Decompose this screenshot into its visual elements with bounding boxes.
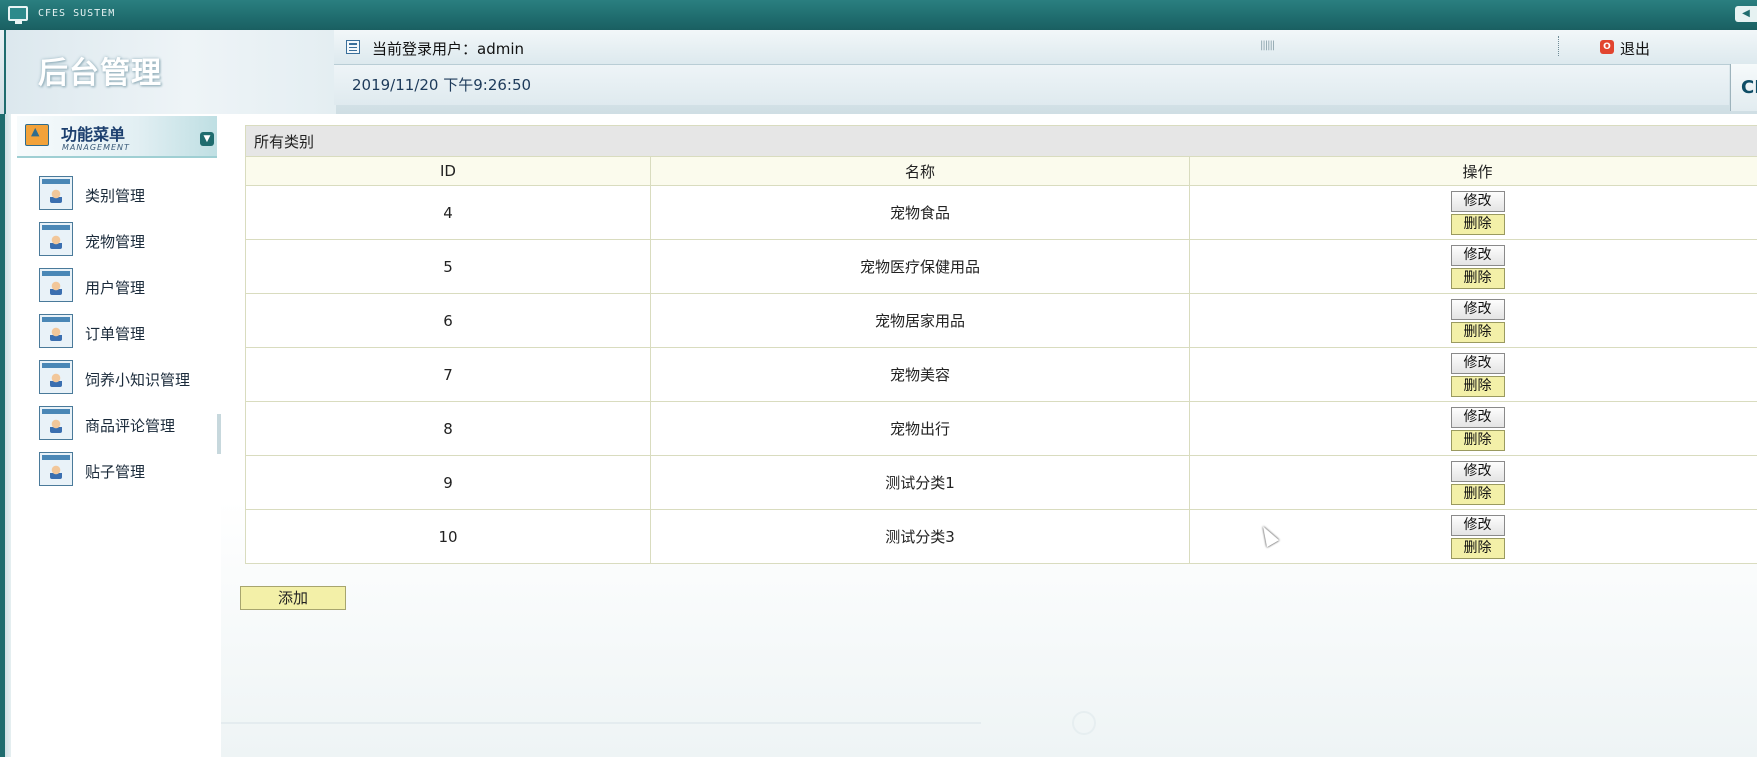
cell-id: 5: [245, 239, 651, 294]
cell-actions: 修改 删除: [1188, 185, 1757, 240]
column-header-actions: 操作: [1188, 156, 1757, 186]
menu-header: 功能菜单 MANAGEMENT ▼: [17, 116, 217, 158]
time-bar: 2019/11/20 下午9:26:50: [334, 65, 1729, 105]
table-caption-row: 所有类别: [244, 125, 1757, 157]
add-button[interactable]: 添加: [240, 586, 346, 610]
edit-button[interactable]: 修改: [1450, 406, 1505, 428]
table-row: 4 宠物食品 修改 删除: [245, 185, 1757, 240]
upload-folder-icon: [25, 124, 49, 146]
power-icon[interactable]: O: [1600, 40, 1614, 54]
table-row: 6 宠物居家用品 修改 删除: [245, 293, 1757, 348]
divider: [1558, 36, 1560, 56]
sidebar-item-label[interactable]: 饲养小知识管理: [85, 369, 190, 390]
cell-id: 6: [245, 293, 651, 348]
edit-button[interactable]: 修改: [1450, 298, 1505, 320]
column-header-id: ID: [245, 156, 651, 186]
cell-name: 宠物居家用品: [650, 293, 1190, 348]
cell-actions: 修改 删除: [1188, 455, 1757, 510]
table-caption: 所有类别: [244, 125, 1757, 157]
sidebar-item-pets[interactable]: 宠物管理: [39, 222, 221, 268]
delete-button[interactable]: 删除: [1450, 267, 1505, 289]
edit-button[interactable]: 修改: [1450, 244, 1505, 266]
user-card-icon: [39, 406, 73, 440]
cell-actions: 修改 删除: [1188, 293, 1757, 348]
cell-name: 宠物美容: [650, 347, 1190, 402]
cell-id: 8: [245, 401, 651, 456]
column-header-name: 名称: [650, 156, 1190, 186]
header-right-fragment: CI: [1730, 64, 1757, 111]
sidebar-item-category[interactable]: 类别管理: [39, 176, 221, 222]
sidebar-item-label[interactable]: 贴子管理: [85, 461, 145, 482]
sidebar-item-label[interactable]: 用户管理: [85, 277, 145, 298]
cell-id: 7: [245, 347, 651, 402]
cell-id: 10: [245, 509, 651, 564]
main-content: 所有类别 ID 名称 操作 4 宠物食品 修改 删除 5 宠物医疗保健用品 修改…: [221, 114, 1757, 757]
edit-button[interactable]: 修改: [1450, 460, 1505, 482]
system-title: CFES SUSTEM: [38, 8, 116, 19]
delete-button[interactable]: 删除: [1450, 321, 1505, 343]
sidebar-item-label[interactable]: 宠物管理: [85, 231, 145, 252]
delete-button[interactable]: 删除: [1450, 537, 1505, 559]
menu-title: 功能菜单: [61, 125, 126, 144]
menu-list: 类别管理 宠物管理 用户管理 订单管理 饲养小知识管理 商品评论管理 贴子管理: [39, 176, 221, 498]
category-table: 所有类别 ID 名称 操作 4 宠物食品 修改 删除 5 宠物医疗保健用品 修改…: [244, 125, 1757, 564]
table-row: 8 宠物出行 修改 删除: [245, 401, 1757, 456]
cell-name: 宠物医疗保健用品: [650, 239, 1190, 294]
delete-button[interactable]: 删除: [1450, 483, 1505, 505]
cell-name: 测试分类3: [650, 509, 1190, 564]
cell-id: 4: [245, 185, 651, 240]
user-card-icon: [39, 268, 73, 302]
user-card-icon: [39, 452, 73, 486]
user-info-icon: [346, 40, 360, 54]
sidebar-item-posts[interactable]: 贴子管理: [39, 452, 221, 498]
collapse-arrow-icon[interactable]: ◀: [1735, 6, 1757, 22]
sidebar-item-label[interactable]: 类别管理: [85, 185, 145, 206]
cell-actions: 修改 删除: [1188, 239, 1757, 294]
video-progress-track: [221, 722, 981, 724]
edit-button[interactable]: 修改: [1450, 190, 1505, 212]
delete-button[interactable]: 删除: [1450, 213, 1505, 235]
cell-name: 宠物出行: [650, 401, 1190, 456]
table-row: 9 测试分类1 修改 删除: [245, 455, 1757, 510]
table-row: 10 测试分类3 修改 删除: [245, 509, 1757, 564]
sidebar-item-orders[interactable]: 订单管理: [39, 314, 221, 360]
logo-area: 后台管理: [4, 30, 336, 114]
edit-button[interactable]: 修改: [1450, 514, 1505, 536]
left-frame-border: [0, 114, 11, 757]
user-card-icon: [39, 360, 73, 394]
sidebar-item-label[interactable]: 订单管理: [85, 323, 145, 344]
cell-actions: 修改 删除: [1188, 401, 1757, 456]
edit-button[interactable]: 修改: [1450, 352, 1505, 374]
sidebar-item-comments[interactable]: 商品评论管理: [39, 406, 221, 452]
delete-button[interactable]: 删除: [1450, 375, 1505, 397]
title-bar: CFES SUSTEM ◀: [0, 0, 1757, 30]
video-progress-knob: [1072, 711, 1096, 735]
delete-button[interactable]: 删除: [1450, 429, 1505, 451]
cell-name: 宠物食品: [650, 185, 1190, 240]
table-row: 7 宠物美容 修改 删除: [245, 347, 1757, 402]
user-bar: 当前登录用户：admin |||||| O 退出: [334, 30, 1757, 65]
cell-actions: 修改 删除: [1188, 347, 1757, 402]
cell-id: 9: [245, 455, 651, 510]
menu-subtitle: MANAGEMENT: [62, 143, 130, 152]
sidebar-item-users[interactable]: 用户管理: [39, 268, 221, 314]
user-card-icon: [39, 176, 73, 210]
cell-name: 测试分类1: [650, 455, 1190, 510]
current-user-label: 当前登录用户：admin: [372, 40, 525, 58]
sidebar: 功能菜单 MANAGEMENT ▼ 类别管理 宠物管理 用户管理 订单管理 饲养…: [11, 114, 223, 757]
table-header-row: ID 名称 操作: [245, 156, 1757, 186]
header: 后台管理 当前登录用户：admin |||||| O 退出 2019/11/20…: [0, 30, 1757, 117]
sidebar-item-label[interactable]: 商品评论管理: [85, 415, 175, 436]
user-card-icon: [39, 314, 73, 348]
chevron-down-icon[interactable]: ▼: [200, 132, 214, 146]
logout-link[interactable]: 退出: [1620, 38, 1650, 59]
user-card-icon: [39, 222, 73, 256]
table-row: 5 宠物医疗保健用品 修改 删除: [245, 239, 1757, 294]
grip-icon: ||||||: [1260, 40, 1275, 51]
monitor-icon: [8, 6, 28, 24]
datetime-display: 2019/11/20 下午9:26:50: [352, 76, 532, 94]
sidebar-item-knowledge[interactable]: 饲养小知识管理: [39, 360, 221, 406]
brand-title: 后台管理: [38, 56, 162, 91]
